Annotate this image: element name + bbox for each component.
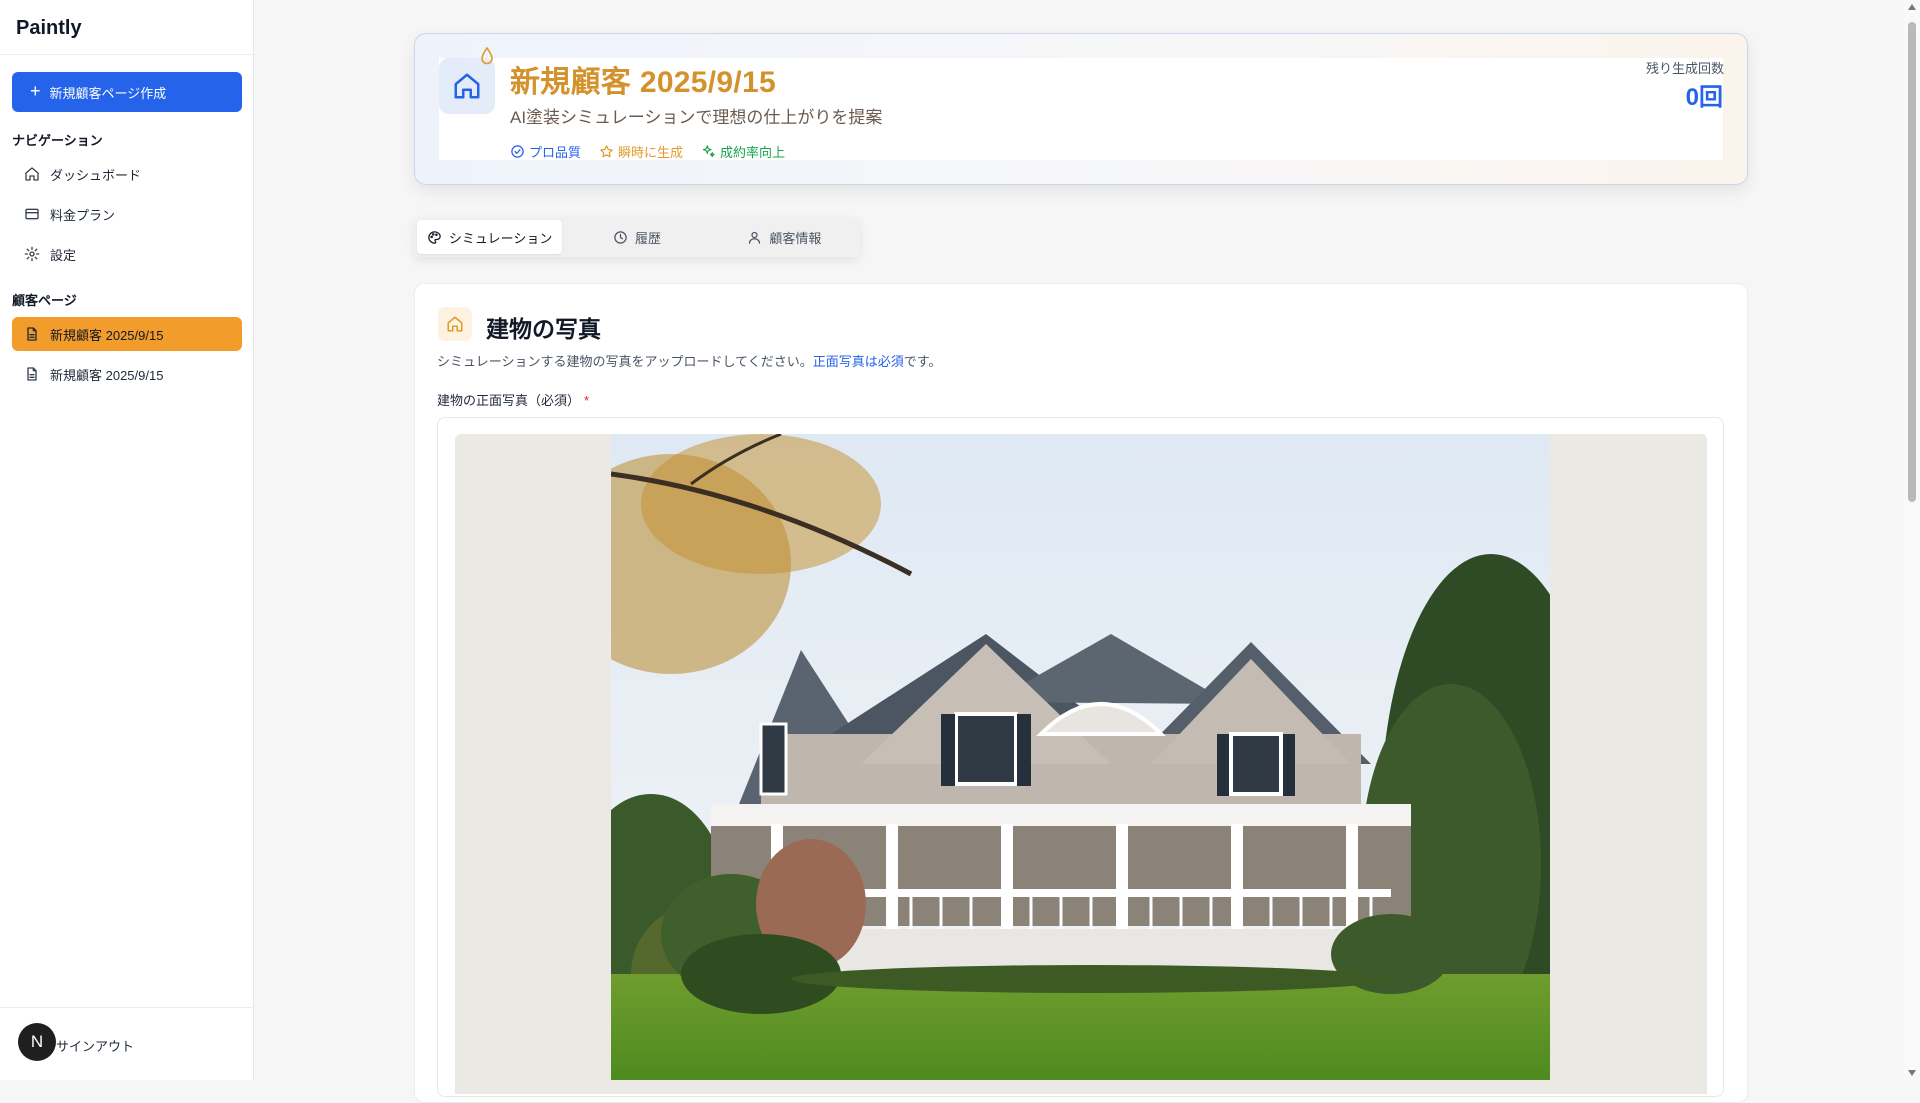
document-icon	[27, 367, 37, 381]
app-logo: Paintly	[0, 0, 253, 55]
tab-simulation[interactable]: シミュレーション	[417, 220, 563, 254]
star-icon	[600, 145, 613, 158]
required-mark: *	[584, 393, 590, 408]
user-icon	[749, 231, 761, 244]
feature-tags: プロ品質 瞬時に生成 成約率向上	[510, 142, 785, 161]
remaining-generations-count: 0回	[1685, 84, 1723, 111]
tag-conversion: 成約率向上	[701, 142, 785, 161]
sidebar-footer: N サインアウト	[0, 1007, 254, 1080]
house-icon	[447, 316, 463, 332]
sidebar-item-settings[interactable]: 設定	[12, 237, 242, 271]
tag-pro-quality: プロ品質	[510, 142, 581, 161]
tab-history[interactable]: 履歴	[564, 220, 709, 254]
palette-icon	[428, 230, 441, 244]
sidebar-item-label: 新規顧客 2025/9/15	[50, 327, 164, 343]
sidebar-item-pricing[interactable]: 料金プラン	[12, 197, 242, 231]
signout-link[interactable]: サインアウト	[56, 1036, 134, 1055]
sidebar-item-label: 設定	[50, 247, 77, 263]
sidebar-item-label: ダッシュボード	[50, 167, 142, 183]
new-customer-page-label: 新規顧客ページ作成	[49, 85, 167, 101]
new-customer-page-button[interactable]: + 新規顧客ページ作成	[12, 72, 242, 112]
remaining-generations-label: 残り生成回数	[1645, 61, 1724, 76]
house-icon-badge	[439, 58, 495, 114]
tab-label: 顧客情報	[769, 230, 822, 246]
sidebar-item-label: 料金プラン	[50, 207, 116, 223]
section-title: 建物の写真	[486, 316, 601, 342]
nav-heading: ナビゲーション	[12, 133, 103, 148]
scrollbar-thumb[interactable]	[1908, 22, 1916, 502]
required-photo-link: 正面写真は必須	[812, 354, 904, 369]
sidebar-item-dashboard[interactable]: ダッシュボード	[12, 157, 242, 191]
paint-drop-icon	[481, 47, 493, 65]
tab-label: シミュレーション	[448, 230, 553, 246]
document-icon	[27, 327, 37, 341]
home-icon	[25, 167, 39, 181]
page-title: 新規顧客 2025/9/15	[510, 66, 776, 99]
plus-icon: +	[30, 81, 41, 101]
tab-label: 履歴	[634, 230, 661, 246]
house-photo[interactable]	[611, 434, 1550, 1080]
sparkle-icon	[702, 145, 715, 158]
sidebar-item-customer[interactable]: 新規顧客 2025/9/15	[12, 357, 242, 391]
sidebar-item-customer[interactable]: 新規顧客 2025/9/15	[12, 317, 242, 351]
credit-card-icon	[25, 208, 39, 220]
front-photo-label: 建物の正面写真（必須） *	[437, 390, 589, 409]
avatar[interactable]: N	[18, 1023, 56, 1061]
tab-bar: シミュレーション 履歴 顧客情報	[414, 217, 860, 257]
scroll-up-arrow-icon[interactable]	[1908, 4, 1916, 10]
scroll-down-arrow-icon[interactable]	[1908, 1070, 1916, 1076]
house-icon	[454, 73, 480, 99]
customers-heading: 顧客ページ	[12, 293, 77, 308]
gear-icon	[24, 246, 40, 262]
check-circle-icon	[511, 145, 524, 158]
section-icon-badge	[438, 307, 472, 341]
desc-text: シミュレーションする建物の写真をアップロードしてください。	[437, 354, 813, 369]
tag-label: 成約率向上	[720, 145, 786, 160]
tag-label: 瞬時に生成	[618, 145, 684, 160]
page-scrollbar[interactable]	[1904, 0, 1920, 1080]
desc-text-end: です。	[903, 354, 942, 369]
clock-icon	[614, 230, 627, 244]
section-description: シミュレーションする建物の写真をアップロードしてください。正面写真は必須です。	[437, 351, 941, 370]
sidebar: Paintly + 新規顧客ページ作成 ナビゲーション ダッシュボード 料金プラ…	[0, 0, 254, 1080]
page-subtitle: AI塗装シミュレーションで理想の仕上がりを提案	[510, 108, 883, 127]
tag-label: プロ品質	[529, 145, 582, 160]
tag-instant: 瞬時に生成	[599, 142, 683, 161]
tab-customer-info[interactable]: 顧客情報	[712, 220, 857, 254]
sidebar-item-label: 新規顧客 2025/9/15	[50, 367, 164, 383]
field-label-text: 建物の正面写真（必須）	[437, 393, 581, 408]
